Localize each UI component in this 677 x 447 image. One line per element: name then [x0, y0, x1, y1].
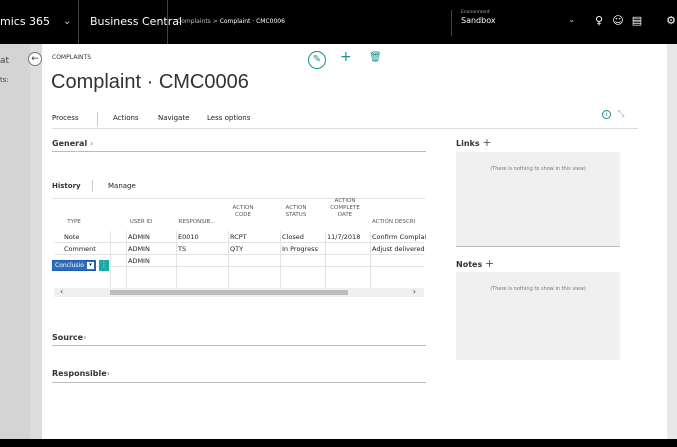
tab-manage[interactable]: Manage — [108, 182, 136, 190]
environment-label: Environment — [461, 10, 490, 15]
cell-type[interactable]: Note — [64, 233, 79, 241]
page-title: Complaint · CMC0006 — [51, 71, 249, 93]
cell-responsible[interactable]: E0010 — [178, 233, 199, 241]
cell-responsible[interactable]: TS — [178, 245, 186, 253]
chevron-down-icon[interactable]: ⌄ — [568, 15, 575, 24]
chevron-right-icon: › — [90, 139, 94, 148]
cell-action-code[interactable]: RCPT — [230, 233, 247, 241]
notes-empty-message: (There is nothing to show in this view) — [490, 286, 586, 292]
divider — [370, 231, 371, 289]
plus-icon[interactable]: + — [482, 136, 491, 149]
plus-icon[interactable]: + — [485, 257, 494, 270]
factbox-notes-title: Notes + — [456, 257, 495, 270]
row-actions-icon[interactable]: ⋮ — [99, 260, 109, 271]
chevron-down-icon[interactable]: ▾ — [87, 262, 94, 269]
complaint-card: COMPLAINTS ✎ + 🗑 Complaint · CMC0006 Pro… — [42, 44, 667, 439]
cell-action-code[interactable]: QTY — [230, 245, 243, 253]
cell-action-status[interactable]: Closed — [282, 233, 304, 241]
info-icon[interactable]: i — [602, 110, 611, 119]
divider — [92, 180, 93, 192]
environment-value: Sandbox — [461, 16, 496, 25]
tab-history[interactable]: History — [52, 182, 81, 190]
column-header-responsible[interactable]: RESPONSIB... — [176, 219, 218, 226]
background-page: at ts: — [0, 44, 30, 439]
cell-action-description[interactable]: Confirm Complai — [372, 233, 426, 241]
smiley-icon[interactable]: ☺ — [611, 14, 625, 28]
trash-icon[interactable]: 🗑 — [369, 52, 382, 63]
cell-action-description[interactable]: Adjust delivered — [372, 245, 425, 253]
menu-navigate[interactable]: Navigate — [158, 114, 189, 122]
cell-action-status[interactable]: In Progress — [282, 245, 318, 253]
cell-user-id[interactable]: ADMIN — [128, 245, 150, 253]
type-select[interactable]: Conclusio ▾ — [52, 260, 96, 271]
menu-less-options[interactable]: Less options — [207, 114, 250, 122]
section-responsible[interactable]: Responsible› — [52, 369, 110, 378]
divider — [110, 231, 111, 289]
back-arrow-icon[interactable]: ← — [28, 52, 42, 66]
cell-type[interactable]: Comment — [64, 245, 96, 253]
breadcrumb-current: Complaint · CMC0006 — [219, 18, 285, 25]
divider — [126, 231, 127, 289]
divider — [97, 112, 98, 126]
background-page-right — [667, 44, 677, 439]
gear-icon[interactable]: ⚙ — [664, 14, 677, 28]
scroll-right-icon[interactable]: › — [413, 287, 416, 296]
links-empty-message: (There is nothing to show in this view) — [490, 166, 586, 172]
column-header-action-complete-date[interactable]: ACTION COMPLETE DATE — [325, 198, 365, 219]
bottom-bar — [0, 439, 677, 447]
lightbulb-icon[interactable]: ♀ — [592, 14, 606, 28]
section-general[interactable]: General › — [52, 139, 93, 148]
breadcrumb-separator: > — [212, 18, 218, 25]
section-source[interactable]: Source› — [52, 333, 86, 342]
app-name[interactable]: mics 365 — [0, 0, 50, 44]
collapse-icon[interactable]: ⤡ — [618, 109, 624, 119]
divider — [52, 345, 426, 346]
column-header-user-id[interactable]: USER ID — [126, 219, 156, 226]
type-select-value: Conclusio — [55, 262, 84, 269]
column-header-action-description[interactable]: ACTION DESCRI — [372, 219, 430, 226]
factbox-links-title: Links + — [456, 136, 492, 149]
chevron-down-icon[interactable]: ⌄ — [63, 0, 71, 44]
factbox-links: (There is nothing to show in this view) — [456, 152, 620, 246]
breadcrumb-parent[interactable]: Complaints — [177, 18, 211, 25]
chevron-right-icon: › — [83, 333, 87, 342]
divider — [176, 231, 177, 289]
action-bar: Process Actions Navigate Less options — [52, 111, 638, 129]
factbox-notes: (There is nothing to show in this view) — [456, 272, 620, 360]
plus-icon[interactable]: + — [340, 49, 352, 65]
cell-action-complete-date[interactable]: 11/7/2018 — [327, 233, 360, 241]
background-text: ts: — [0, 76, 9, 84]
column-header-action-status[interactable]: ACTION STATUS — [280, 205, 312, 219]
divider — [52, 198, 426, 199]
top-bar: mics 365 ⌄ Business Central Complaints >… — [0, 0, 677, 44]
divider — [280, 231, 281, 289]
horizontal-scrollbar[interactable]: ‹ › — [54, 287, 424, 297]
divider — [228, 231, 229, 289]
divider — [52, 382, 426, 383]
column-header-type[interactable]: TYPE — [62, 219, 86, 226]
environment-selector[interactable]: Environment Sandbox ⌄ — [451, 10, 581, 36]
cell-user-id[interactable]: ADMIN — [128, 257, 150, 265]
divider — [456, 246, 620, 247]
scroll-left-icon[interactable]: ‹ — [60, 287, 63, 296]
column-header-action-code[interactable]: ACTION CODE — [229, 205, 257, 219]
chat-icon[interactable]: ▤ — [630, 14, 644, 28]
menu-actions[interactable]: Actions — [113, 114, 139, 122]
divider — [52, 151, 426, 152]
menu-process[interactable]: Process — [52, 114, 79, 122]
page-caption: COMPLAINTS — [52, 54, 92, 61]
scroll-thumb[interactable] — [110, 290, 348, 295]
cell-user-id[interactable]: ADMIN — [128, 233, 150, 241]
chevron-right-icon: › — [106, 369, 110, 378]
background-text: at — [0, 56, 10, 66]
divider — [325, 231, 326, 289]
edit-icon[interactable]: ✎ — [308, 51, 326, 69]
breadcrumb: Complaints > Complaint · CMC0006 — [167, 0, 285, 44]
